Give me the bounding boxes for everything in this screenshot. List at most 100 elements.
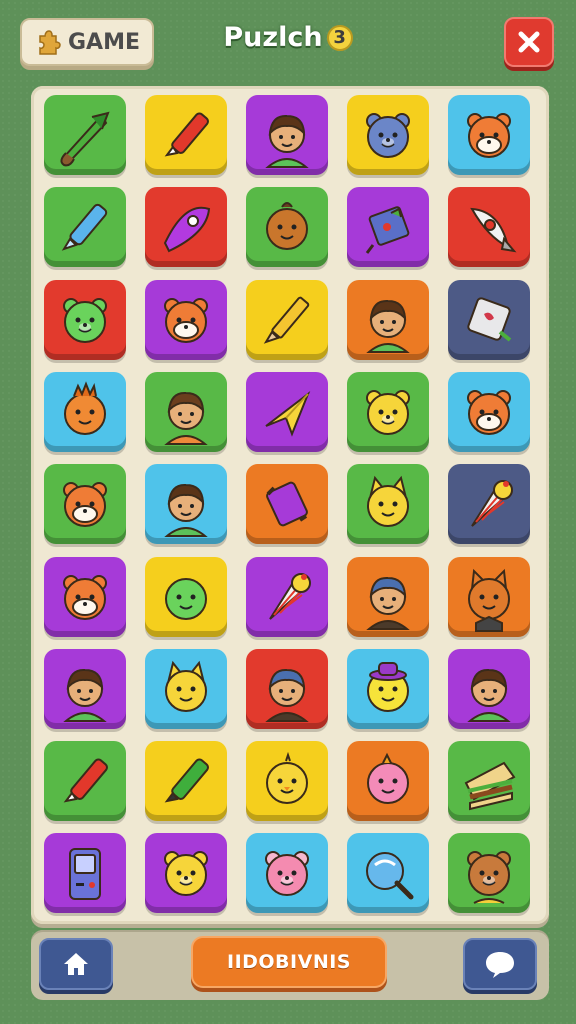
lollipop-icon xyxy=(366,852,414,900)
puzzle-tile[interactable] xyxy=(145,741,227,822)
puzzle-tile[interactable] xyxy=(246,464,328,545)
puzzle-tile[interactable] xyxy=(44,279,126,360)
puzzle-tile[interactable] xyxy=(448,648,530,729)
puzzle-tile[interactable] xyxy=(145,833,227,914)
puzzle-tile[interactable] xyxy=(145,371,227,452)
sandwich-icon xyxy=(464,761,516,811)
bottom-bar: IIDOBIVNIS xyxy=(31,930,549,1000)
hamster-icon xyxy=(467,389,511,435)
yellow-cat-icon xyxy=(367,475,409,528)
puzzle-tile[interactable] xyxy=(347,464,429,545)
puzzle-tile[interactable] xyxy=(44,371,126,452)
hamster-icon xyxy=(467,113,511,158)
puzzle-tile[interactable] xyxy=(44,648,126,729)
green-bear-icon xyxy=(63,297,107,343)
orange-chestnut-icon xyxy=(266,202,308,251)
top-bar: GAME Puzlch 3 xyxy=(0,0,576,84)
yellow-bear-icon xyxy=(366,389,410,435)
puzzle-tile[interactable] xyxy=(145,556,227,637)
white-rocket-icon xyxy=(470,208,517,253)
paper-plane-icon xyxy=(265,390,311,437)
yellow-bear-icon xyxy=(164,851,208,897)
blue-gift-icon xyxy=(365,206,410,255)
purple-rocket-icon xyxy=(163,207,211,253)
title-text: Puzlch xyxy=(223,22,323,53)
puzzle-tile[interactable] xyxy=(246,556,328,637)
puzzle-tile[interactable] xyxy=(246,187,328,268)
boy-face-icon xyxy=(63,668,107,722)
boy-face-icon xyxy=(265,114,309,168)
pencil-icon xyxy=(263,296,310,344)
puzzle-tile[interactable] xyxy=(44,95,126,175)
puzzle-tile[interactable] xyxy=(44,833,126,914)
home-icon xyxy=(64,953,88,975)
red-marker-icon xyxy=(164,112,209,157)
close-icon xyxy=(518,31,540,53)
puzzle-tile[interactable] xyxy=(246,741,328,822)
puzzle-tile[interactable] xyxy=(347,648,429,729)
puzzle-tile[interactable] xyxy=(448,556,530,637)
boy-face-icon xyxy=(164,484,208,538)
puzzle-tile[interactable] xyxy=(448,371,530,452)
puzzle-tile[interactable] xyxy=(246,371,328,452)
boy-with-cap-icon xyxy=(265,668,309,722)
purple-candy-icon xyxy=(266,481,308,527)
chick-icon xyxy=(266,751,308,805)
puzzle-board xyxy=(31,86,549,924)
pink-critter-icon xyxy=(367,752,409,805)
puzzle-tile[interactable] xyxy=(145,95,227,175)
boy-face-icon xyxy=(467,668,511,722)
puzzle-tile[interactable] xyxy=(347,833,429,914)
puzzle-tile[interactable] xyxy=(347,556,429,637)
puzzle-tile[interactable] xyxy=(246,833,328,914)
bear-boy-icon xyxy=(467,851,511,905)
boy-with-cap-icon xyxy=(366,576,410,630)
puzzle-tile[interactable] xyxy=(347,279,429,360)
puzzle-tile[interactable] xyxy=(246,648,328,729)
blue-bear-icon xyxy=(366,113,410,158)
puzzle-tile[interactable] xyxy=(145,279,227,360)
green-marker-icon xyxy=(164,758,209,803)
red-marker-icon xyxy=(63,758,108,803)
close-button[interactable] xyxy=(504,17,554,67)
ice-cream-cone-icon xyxy=(269,572,311,620)
puzzle-tile[interactable] xyxy=(448,741,530,822)
puzzle-tile[interactable] xyxy=(44,464,126,545)
puzzle-tile[interactable] xyxy=(347,95,429,175)
page-title: Puzlch 3 xyxy=(0,22,576,53)
puzzle-tile[interactable] xyxy=(448,187,530,268)
puzzle-tile[interactable] xyxy=(448,279,530,360)
orange-critter-icon xyxy=(64,381,106,435)
puzzle-tile[interactable] xyxy=(145,648,227,729)
blue-crayon-icon xyxy=(61,204,108,252)
level-badge: 3 xyxy=(326,24,353,51)
puzzle-tile[interactable] xyxy=(44,556,126,637)
puzzle-tile[interactable] xyxy=(347,371,429,452)
puzzle-tile[interactable] xyxy=(44,187,126,268)
tag-icon xyxy=(467,296,512,342)
puzzle-tile[interactable] xyxy=(448,95,530,175)
puzzle-tile[interactable] xyxy=(347,741,429,822)
pink-bear-icon xyxy=(265,851,309,897)
game-console-icon xyxy=(69,848,101,901)
hamster-icon xyxy=(63,482,107,528)
chat-bubble-icon xyxy=(486,952,514,978)
winking-boy-icon xyxy=(164,391,208,445)
home-button[interactable] xyxy=(39,938,113,990)
leaf-rocket-icon xyxy=(60,111,110,167)
puzzle-tile[interactable] xyxy=(246,279,328,360)
fox-icon xyxy=(468,568,510,632)
puzzle-tile[interactable] xyxy=(347,187,429,268)
puzzle-tile[interactable] xyxy=(448,833,530,914)
puzzle-tile[interactable] xyxy=(145,464,227,545)
boy-face-icon xyxy=(366,299,410,353)
hamster-icon xyxy=(63,574,107,620)
puzzle-tile[interactable] xyxy=(448,464,530,545)
main-action-button[interactable]: IIDOBIVNIS xyxy=(191,936,387,988)
hamster-icon xyxy=(164,297,208,343)
puzzle-tile[interactable] xyxy=(145,187,227,268)
chick-with-hat-icon xyxy=(367,661,409,712)
chat-button[interactable] xyxy=(463,938,537,990)
puzzle-tile[interactable] xyxy=(246,95,328,175)
puzzle-tile[interactable] xyxy=(44,741,126,822)
